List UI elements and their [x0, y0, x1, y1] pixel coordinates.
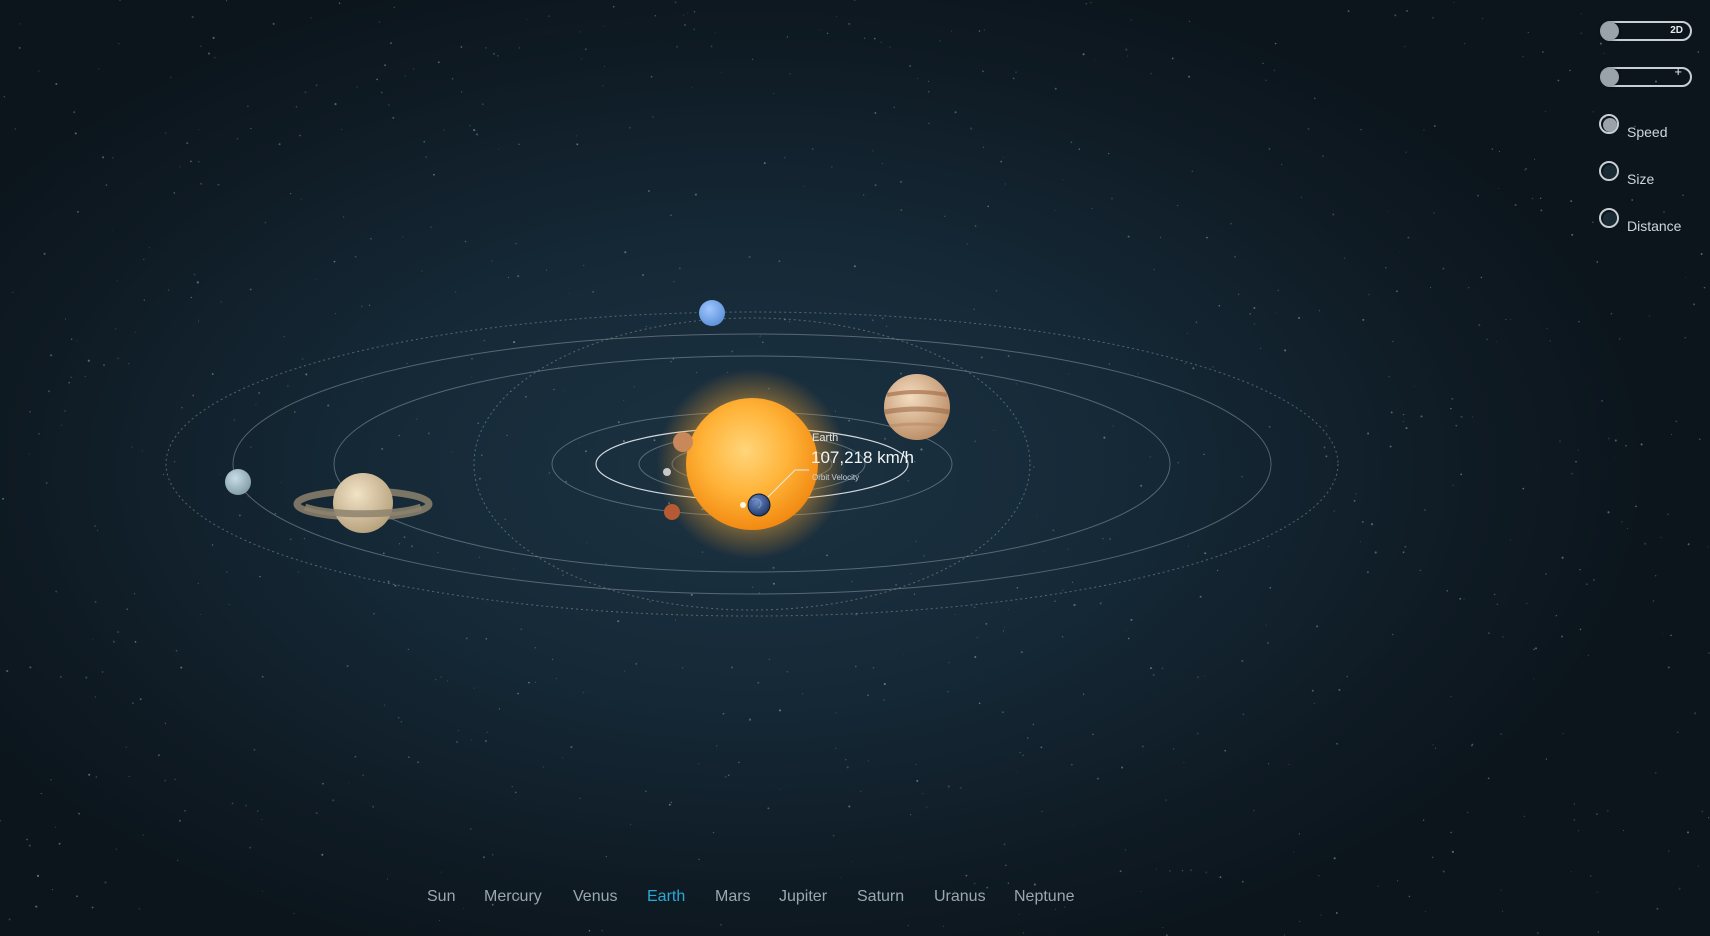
radio-speed[interactable]	[1599, 114, 1619, 134]
radio-distance[interactable]	[1599, 208, 1619, 228]
planet-venus[interactable]	[673, 432, 693, 452]
nav-item-jupiter[interactable]: Jupiter	[779, 888, 827, 906]
solar-system-scene[interactable]	[0, 0, 1710, 936]
zoom-toggle[interactable]: +	[1600, 64, 1692, 87]
option-size[interactable]: Size	[1599, 161, 1704, 195]
option-size-label: Size	[1627, 171, 1655, 187]
plus-icon: +	[1674, 64, 1682, 79]
tooltip-velocity-value: 107,218 km/h	[811, 448, 915, 467]
planet-mars[interactable]	[664, 504, 680, 520]
planet-mercury[interactable]	[663, 468, 671, 476]
moon	[740, 502, 746, 508]
nav-item-sun[interactable]: Sun	[427, 888, 455, 906]
nav-item-saturn[interactable]: Saturn	[857, 888, 904, 906]
option-speed-label: Speed	[1627, 124, 1668, 140]
toggle-knob	[1601, 68, 1619, 86]
planet-uranus[interactable]	[225, 469, 251, 495]
view-2d-toggle[interactable]: 2D	[1600, 21, 1692, 41]
nav-item-uranus[interactable]: Uranus	[934, 888, 986, 906]
planet-nav: Sun Mercury Venus Earth Mars Jupiter Sat…	[0, 888, 1500, 910]
nav-item-neptune[interactable]: Neptune	[1014, 888, 1075, 906]
nav-item-earth[interactable]: Earth	[647, 888, 685, 906]
solar-system-stage: Earth 107,218 km/h Orbit Velocity 2D + S…	[0, 0, 1710, 936]
planet-saturn[interactable]	[293, 473, 433, 533]
option-speed[interactable]: Speed	[1599, 114, 1704, 148]
planet-earth[interactable]	[747, 493, 771, 517]
option-distance[interactable]: Distance	[1599, 208, 1704, 242]
toggle-knob	[1601, 22, 1619, 40]
toggle-2d-label: 2D	[1670, 25, 1683, 36]
nav-item-venus[interactable]: Venus	[573, 888, 617, 906]
radio-size[interactable]	[1599, 161, 1619, 181]
planet-neptune[interactable]	[699, 300, 725, 326]
nav-item-mars[interactable]: Mars	[715, 888, 751, 906]
tooltip-caption: Orbit Velocity	[812, 473, 860, 482]
option-distance-label: Distance	[1627, 218, 1682, 234]
tooltip-planet-name: Earth	[812, 432, 839, 444]
planet-jupiter[interactable]	[884, 374, 950, 440]
nav-item-mercury[interactable]: Mercury	[484, 888, 542, 906]
